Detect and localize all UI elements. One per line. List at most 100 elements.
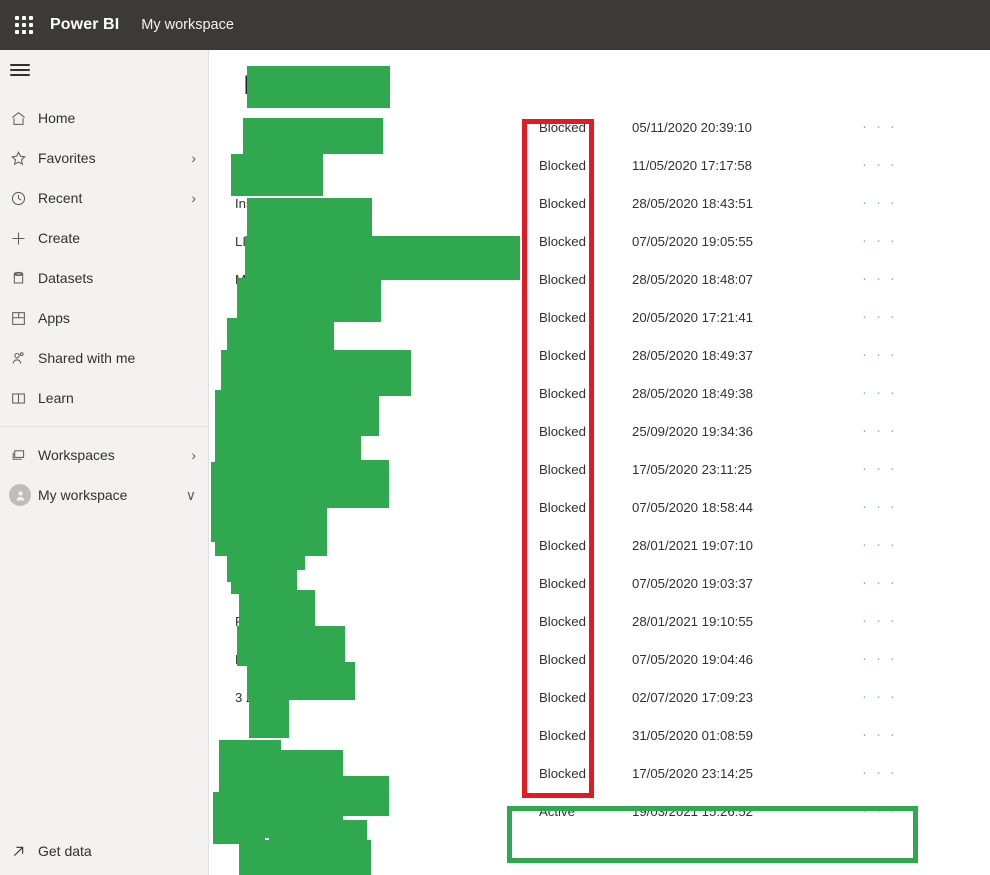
row-more-options-icon[interactable]: · · · (862, 765, 922, 780)
book-icon (10, 390, 38, 407)
table-row[interactable]: LI Blocked 07/05/2020 19:05:55 · · · (209, 222, 990, 260)
sidebar-item-create[interactable]: Create (0, 218, 208, 258)
sidebar-item-recent[interactable]: Recent › (0, 178, 208, 218)
row-more-options-icon[interactable]: · · · (862, 499, 922, 514)
row-date-cell: 28/05/2020 18:48:07 (632, 271, 753, 287)
plus-icon (10, 230, 38, 247)
row-name-cell[interactable]: IS 2020 (209, 538, 522, 553)
row-date-cell: 05/11/2020 20:39:10 (632, 119, 753, 135)
row-name-cell[interactable]: PLS (209, 652, 522, 667)
row-more-options-icon[interactable]: · · · (862, 727, 922, 742)
sidebar-item-home[interactable]: Home (0, 98, 208, 138)
table-row[interactable]: Blocked 17/05/2020 23:14:25 · · · (209, 754, 990, 792)
hamburger-menu-icon[interactable] (0, 50, 208, 90)
table-row[interactable]: Blocked 05/11/2020 20:39:10 · · · (209, 108, 990, 146)
row-name-cell[interactable]: -19 (209, 424, 522, 439)
table-row[interactable]: Blocked 28/05/2020 18:49:37 · · · (209, 336, 990, 374)
brand-title[interactable]: Power BI (50, 16, 119, 34)
table-row[interactable]: AL Blocked 20/05/2020 17:21:41 · · · (209, 298, 990, 336)
chevron-down-icon[interactable]: ∨ (186, 487, 196, 504)
sidebar-item-label: My workspace (38, 487, 128, 503)
sidebar-divider (0, 426, 208, 427)
table-row[interactable]: EG Blocked 17/05/2020 23:11:25 · · · (209, 450, 990, 488)
app-launcher-waffle-icon[interactable] (0, 0, 48, 50)
apps-grid-icon (10, 310, 38, 327)
items-list: Blocked 05/11/2020 20:39:10 · · · Blocked 11… (209, 108, 990, 830)
row-more-options-icon[interactable]: · · · (862, 537, 922, 552)
sidebar-item-favorites[interactable]: Favorites › (0, 138, 208, 178)
table-row[interactable]: P Blocked 28/01/2021 19:10:55 · · · (209, 602, 990, 640)
table-row[interactable]: IS 2020 Blocked 28/01/2021 19:07:10 · · · (209, 526, 990, 564)
sidebar-item-label: Recent (38, 190, 83, 206)
row-date-cell: 17/05/2020 23:11:25 (632, 461, 753, 477)
row-status-cell: Blocked (539, 119, 586, 135)
row-more-options-icon[interactable]: · · · (862, 385, 922, 400)
row-more-options-icon[interactable]: · · · (862, 423, 922, 438)
clock-icon (10, 190, 38, 207)
row-more-options-icon[interactable]: · · · (862, 195, 922, 210)
sidebar-item-label: Shared with me (38, 350, 136, 366)
row-more-options-icon[interactable]: · · · (862, 309, 922, 324)
sidebar-item-label: Workspaces (38, 447, 115, 463)
table-row[interactable]: M Blocked 28/05/2020 18:48:07 · · · (209, 260, 990, 298)
row-name-cell[interactable]: P (209, 614, 522, 629)
row-date-cell: 28/05/2020 18:49:38 (632, 385, 753, 401)
row-more-options-icon[interactable]: · · · (862, 613, 922, 628)
sidebar-item-datasets[interactable]: Datasets (0, 258, 208, 298)
star-icon (10, 150, 38, 167)
row-status-cell: Blocked (539, 385, 586, 401)
get-data-button[interactable]: Get data (0, 827, 208, 875)
row-more-options-icon[interactable]: · · · (862, 119, 922, 134)
table-row[interactable]: Blocked 28/05/2020 18:49:38 · · · (209, 374, 990, 412)
table-row[interactable]: PLS Blocked 07/05/2020 19:04:46 · · · (209, 640, 990, 678)
table-row[interactable]: Ins Blocked 28/05/2020 18:43:51 · · · (209, 184, 990, 222)
row-more-options-icon[interactable]: · · · (862, 233, 922, 248)
get-data-label: Get data (38, 843, 92, 859)
sidebar-item-my-workspace[interactable]: My workspace ∨ (0, 475, 208, 515)
left-navigation-sidebar: Home Favorites › Recent › Create Dataset… (0, 50, 209, 875)
row-name-cell[interactable]: AL (209, 310, 522, 325)
sidebar-item-shared-with-me[interactable]: Shared with me (0, 338, 208, 378)
sidebar-item-apps[interactable]: Apps (0, 298, 208, 338)
person-share-icon (10, 350, 38, 367)
row-date-cell: 11/05/2020 17:17:58 (632, 157, 753, 173)
sidebar-item-label: Learn (38, 390, 74, 406)
row-more-options-icon[interactable]: · · · (862, 347, 922, 362)
row-name-cell[interactable]: LI (209, 234, 522, 249)
row-more-options-icon[interactable]: · · · (862, 575, 922, 590)
row-status-cell: Blocked (539, 613, 586, 629)
row-name-cell[interactable]: Ins (209, 196, 522, 211)
row-status-cell: Blocked (539, 271, 586, 287)
home-icon (10, 110, 38, 127)
row-name-cell[interactable]: TB (209, 804, 522, 819)
table-row[interactable]: Blocked 07/05/2020 19:03:37 · · · (209, 564, 990, 602)
row-status-cell: Blocked (539, 461, 586, 477)
row-more-options-icon[interactable]: · · · (862, 803, 922, 818)
row-more-options-icon[interactable]: · · · (862, 271, 922, 286)
page-title-suffix: Free user (269, 81, 338, 98)
sidebar-item-workspaces[interactable]: Workspaces › (0, 435, 208, 475)
table-row[interactable]: Blocked 31/05/2020 01:08:59 · · · (209, 716, 990, 754)
page-title: In (243, 70, 266, 100)
table-row[interactable]: Blocked 11/05/2020 17:17:58 · · · (209, 146, 990, 184)
chevron-right-icon[interactable]: › (191, 447, 196, 463)
row-name-cell[interactable]: M (209, 272, 522, 287)
table-row[interactable]: TB Active 19/03/2021 15:26:52 · · · (209, 792, 990, 830)
row-more-options-icon[interactable]: · · · (862, 461, 922, 476)
table-row[interactable]: -19 Blocked 25/09/2020 19:34:36 · · · (209, 412, 990, 450)
sidebar-item-learn[interactable]: Learn (0, 378, 208, 418)
row-status-cell: Blocked (539, 537, 586, 553)
row-more-options-icon[interactable]: · · · (862, 651, 922, 666)
table-row[interactable]: Blocked 07/05/2020 18:58:44 · · · (209, 488, 990, 526)
breadcrumb[interactable]: My workspace (141, 17, 234, 33)
row-date-cell: 25/09/2020 19:34:36 (632, 423, 753, 439)
chevron-right-icon[interactable]: › (191, 150, 196, 166)
row-date-cell: 28/05/2020 18:49:37 (632, 347, 753, 363)
table-row[interactable]: 3 2020 Blocked 02/07/2020 17:09:23 · · · (209, 678, 990, 716)
row-status-cell: Blocked (539, 233, 586, 249)
row-name-cell[interactable]: 3 2020 (209, 690, 522, 705)
chevron-right-icon[interactable]: › (191, 190, 196, 206)
row-name-cell[interactable]: EG (209, 462, 522, 477)
row-more-options-icon[interactable]: · · · (862, 157, 922, 172)
row-more-options-icon[interactable]: · · · (862, 689, 922, 704)
